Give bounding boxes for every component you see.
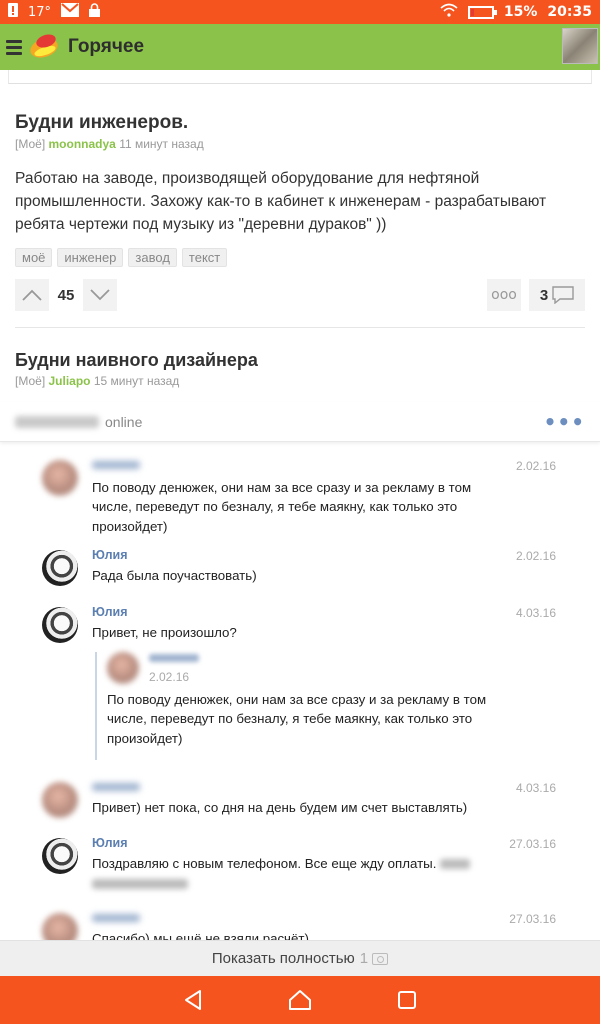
feed[interactable]: Будни инженеров. [Моё] moonnadya 11 мину… bbox=[0, 70, 600, 940]
message-author bbox=[92, 780, 140, 794]
message-text-wrap: Поздравляю с новым телефоном. Все еще жд… bbox=[92, 854, 492, 893]
lock-icon bbox=[89, 3, 101, 21]
post-text: Работаю на заводе, производящей оборудов… bbox=[15, 170, 547, 233]
post-card: Будни инженеров. [Моё] moonnadya 11 мину… bbox=[0, 112, 600, 311]
post-tags: моё инженер завод текст bbox=[15, 248, 585, 267]
message-text: Рада была поучаствовать) bbox=[92, 568, 257, 583]
message-date: 2.02.16 bbox=[515, 549, 556, 563]
comment-icon bbox=[552, 286, 574, 304]
message-text: Привет) нет пока, со дня на день будем и… bbox=[92, 800, 468, 815]
avatar bbox=[42, 460, 78, 496]
post-author[interactable]: moonnadya bbox=[49, 137, 116, 151]
chat-header: online ••• bbox=[0, 402, 600, 442]
avatar bbox=[42, 782, 78, 818]
image-count: 1 bbox=[359, 950, 369, 967]
tag[interactable]: инженер bbox=[57, 248, 124, 267]
post-meta: [Моё] moonnadya 11 минут назад bbox=[15, 137, 585, 151]
chevron-up-icon bbox=[22, 289, 42, 301]
recents-button[interactable] bbox=[395, 988, 419, 1012]
chevron-down-icon bbox=[90, 289, 110, 301]
previous-post-edge bbox=[8, 70, 592, 84]
clock: 20:35 bbox=[547, 4, 592, 20]
post-community[interactable]: [Моё] bbox=[15, 137, 45, 151]
app-logo[interactable] bbox=[27, 32, 61, 61]
quoted-author bbox=[149, 654, 199, 662]
message-text: Привет, не произошло? bbox=[92, 625, 237, 640]
recents-icon bbox=[397, 991, 416, 1009]
show-full-label: Показать полностью bbox=[211, 950, 355, 967]
message-text: Спасибо) мы ещё не взяли расчёт) bbox=[92, 931, 309, 940]
status-bar: 17° 15% 20:35 bbox=[0, 0, 600, 24]
divider bbox=[15, 327, 585, 328]
post-community[interactable]: [Моё] bbox=[15, 374, 45, 388]
temperature: 17° bbox=[28, 4, 52, 20]
message-date: 27.03.16 bbox=[509, 912, 556, 926]
post-score: 45 bbox=[57, 286, 75, 304]
downvote-button[interactable] bbox=[83, 279, 117, 311]
tag[interactable]: завод bbox=[128, 248, 177, 267]
post-actions: 45 ooo 3 bbox=[15, 279, 585, 311]
avatar bbox=[42, 607, 78, 643]
message-author: Юлия bbox=[92, 836, 128, 850]
redacted-phone bbox=[92, 878, 188, 889]
post-title[interactable]: Будни наивного дизайнера bbox=[15, 350, 585, 371]
user-avatar[interactable] bbox=[562, 28, 598, 64]
message-text: Поздравляю с новым телефоном. Все еще жд… bbox=[92, 856, 437, 871]
back-button[interactable] bbox=[181, 988, 205, 1012]
avatar bbox=[42, 550, 78, 586]
chat-contact-name bbox=[15, 415, 99, 428]
menu-icon[interactable] bbox=[6, 39, 22, 55]
post-time: 11 минут назад bbox=[119, 137, 204, 151]
avatar bbox=[42, 913, 78, 940]
redacted-phone bbox=[440, 859, 471, 870]
battery-icon bbox=[467, 5, 497, 19]
app-bar: Горячее bbox=[0, 24, 600, 70]
message-author: Юлия bbox=[92, 605, 128, 619]
message-date: 2.02.16 bbox=[515, 459, 556, 473]
avatar bbox=[42, 838, 78, 874]
post-time: 15 минут назад bbox=[93, 374, 180, 388]
post-author[interactable]: Juliapo bbox=[49, 374, 91, 388]
page-title: Горячее bbox=[68, 36, 145, 57]
avatar bbox=[107, 652, 139, 684]
home-icon bbox=[288, 990, 311, 1010]
mail-icon bbox=[61, 3, 80, 21]
tag[interactable]: текст bbox=[181, 248, 228, 267]
message-author bbox=[92, 458, 140, 472]
message-date: 27.03.16 bbox=[509, 837, 556, 851]
message-date: 4.03.16 bbox=[515, 606, 556, 620]
show-full-button[interactable]: Показать полностью 1 bbox=[0, 940, 600, 976]
camera-icon bbox=[372, 952, 389, 965]
post-image[interactable]: online ••• 2.02.16 По поводу денюжек, он… bbox=[0, 402, 600, 940]
post-title[interactable]: Будни инженеров. bbox=[15, 112, 585, 134]
back-icon bbox=[185, 990, 202, 1010]
post-meta: [Моё] Juliapo 15 минут назад bbox=[15, 374, 585, 388]
more-icon: ooo bbox=[491, 287, 517, 303]
message-author bbox=[92, 911, 140, 925]
comments-count: 3 bbox=[539, 286, 549, 304]
comments-button[interactable]: 3 bbox=[529, 279, 585, 311]
chat-menu-icon: ••• bbox=[543, 409, 585, 434]
navigation-bar bbox=[0, 976, 600, 1024]
message-author: Юлия bbox=[92, 548, 128, 562]
wifi-icon bbox=[440, 3, 458, 21]
battery-percent: 15% bbox=[503, 4, 538, 20]
message-date: 4.03.16 bbox=[515, 781, 556, 795]
more-button[interactable]: ooo bbox=[487, 279, 521, 311]
message-text: По поводу денюжек, они нам за все сразу … bbox=[92, 480, 472, 534]
quoted-text: По поводу денюжек, они нам за все сразу … bbox=[107, 692, 487, 746]
chat-status: online bbox=[105, 413, 143, 430]
quoted-date: 2.02.16 bbox=[149, 670, 190, 684]
tag[interactable]: моё bbox=[15, 248, 53, 267]
quoted-message: 2.02.16 По поводу денюжек, они нам за вс… bbox=[95, 652, 495, 760]
post-card: Будни наивного дизайнера [Моё] Juliapo 1… bbox=[0, 350, 600, 388]
upvote-button[interactable] bbox=[15, 279, 49, 311]
alert-icon bbox=[8, 3, 18, 21]
home-button[interactable] bbox=[288, 988, 312, 1012]
